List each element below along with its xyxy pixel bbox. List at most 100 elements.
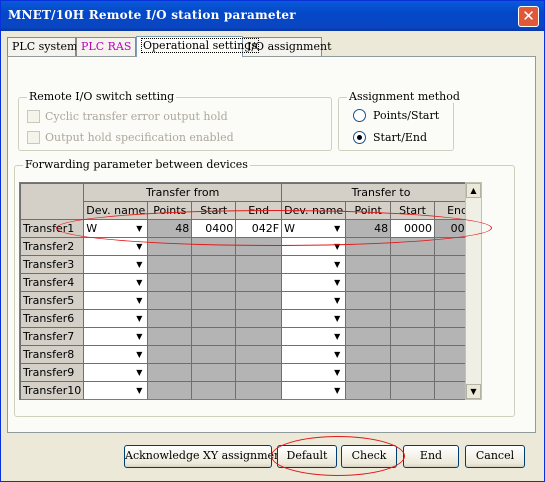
to-start-cell[interactable]	[390, 363, 436, 382]
from-end-cell[interactable]	[235, 273, 283, 292]
chevron-down-icon[interactable]: ▼	[331, 293, 343, 309]
chevron-down-icon[interactable]: ▼	[133, 311, 145, 327]
chevron-down-icon[interactable]: ▼	[133, 239, 145, 255]
to-start-cell[interactable]	[390, 327, 436, 346]
to-start-cell[interactable]	[390, 291, 436, 310]
to-points-cell[interactable]	[345, 291, 392, 310]
to-points-cell[interactable]	[345, 309, 392, 328]
from-start-cell[interactable]	[191, 327, 237, 346]
chevron-down-icon[interactable]: ▼	[133, 293, 145, 309]
from-start-cell[interactable]	[191, 309, 237, 328]
chevron-down-icon[interactable]: ▼	[331, 383, 343, 399]
to-device-dropdown[interactable]: ▼	[281, 381, 347, 399]
from-end-cell[interactable]	[235, 327, 283, 346]
tab-plc-ras[interactable]: PLC RAS	[76, 37, 136, 56]
chevron-down-icon[interactable]: ▼	[133, 275, 145, 291]
from-device-dropdown[interactable]: ▼	[83, 291, 149, 310]
from-start-cell[interactable]	[191, 291, 237, 310]
from-start-cell[interactable]	[191, 345, 237, 364]
to-device-dropdown[interactable]: ▼	[281, 309, 347, 328]
to-points-cell[interactable]	[345, 237, 392, 256]
to-device-dropdown[interactable]: ▼	[281, 273, 347, 292]
from-end-cell[interactable]: 042F	[235, 219, 283, 238]
grid-vertical-scrollbar[interactable]: ▲ ▼	[465, 182, 482, 400]
chevron-down-icon[interactable]: ▼	[331, 329, 343, 345]
from-points-cell[interactable]	[147, 237, 193, 256]
from-end-cell[interactable]	[235, 363, 283, 382]
chevron-down-icon[interactable]: ▼	[331, 311, 343, 327]
from-points-cell[interactable]	[147, 381, 193, 399]
chevron-down-icon[interactable]: ▼	[331, 221, 343, 237]
tab-operational-settings[interactable]: Operational settings	[136, 36, 259, 57]
chevron-down-icon[interactable]: ▼	[133, 383, 145, 399]
to-points-cell[interactable]	[345, 273, 392, 292]
end-button[interactable]: End	[403, 445, 459, 468]
from-points-cell[interactable]: 48	[147, 219, 193, 238]
from-points-cell[interactable]	[147, 291, 193, 310]
to-start-cell[interactable]	[390, 381, 436, 399]
chevron-down-icon[interactable]: ▼	[133, 221, 145, 237]
from-device-dropdown[interactable]: ▼	[83, 381, 149, 399]
from-end-cell[interactable]	[235, 237, 283, 256]
to-start-cell[interactable]	[390, 273, 436, 292]
to-device-dropdown[interactable]: W ▼	[281, 219, 347, 238]
from-points-cell[interactable]	[147, 273, 193, 292]
chevron-down-icon[interactable]: ▼	[133, 329, 145, 345]
to-start-cell[interactable]	[390, 309, 436, 328]
cancel-button[interactable]: Cancel	[465, 445, 525, 468]
to-points-cell[interactable]	[345, 327, 392, 346]
from-end-cell[interactable]	[235, 345, 283, 364]
to-points-cell[interactable]: 48	[345, 219, 392, 238]
to-points-cell[interactable]	[345, 255, 392, 274]
from-points-cell[interactable]	[147, 363, 193, 382]
to-device-dropdown[interactable]: ▼	[281, 237, 347, 256]
chevron-down-icon[interactable]: ▼	[331, 365, 343, 381]
acknowledge-xy-button[interactable]: Acknowledge XY assignment	[124, 445, 286, 468]
title-bar[interactable]: MNET/10H Remote I/O station parameter ✕	[1, 1, 544, 31]
from-end-cell[interactable]	[235, 381, 283, 399]
scroll-up-button[interactable]: ▲	[466, 183, 481, 198]
from-device-dropdown[interactable]: ▼	[83, 363, 149, 382]
from-points-cell[interactable]	[147, 345, 193, 364]
from-device-dropdown[interactable]: ▼	[83, 309, 149, 328]
to-device-dropdown[interactable]: ▼	[281, 363, 347, 382]
to-device-dropdown[interactable]: ▼	[281, 327, 347, 346]
from-start-cell[interactable]	[191, 363, 237, 382]
chevron-down-icon[interactable]: ▼	[133, 257, 145, 273]
chevron-down-icon[interactable]: ▼	[331, 275, 343, 291]
from-device-dropdown[interactable]: ▼	[83, 345, 149, 364]
to-start-cell[interactable]	[390, 255, 436, 274]
from-device-dropdown[interactable]: W ▼	[83, 219, 149, 238]
to-device-dropdown[interactable]: ▼	[281, 345, 347, 364]
from-end-cell[interactable]	[235, 309, 283, 328]
from-device-dropdown[interactable]: ▼	[83, 273, 149, 292]
from-start-cell[interactable]	[191, 237, 237, 256]
from-end-cell[interactable]	[235, 255, 283, 274]
from-end-cell[interactable]	[235, 291, 283, 310]
default-button[interactable]: Default	[277, 445, 337, 468]
from-points-cell[interactable]	[147, 255, 193, 274]
from-points-cell[interactable]	[147, 309, 193, 328]
chevron-down-icon[interactable]: ▼	[331, 347, 343, 363]
to-device-dropdown[interactable]: ▼	[281, 255, 347, 274]
from-device-dropdown[interactable]: ▼	[83, 237, 149, 256]
from-start-cell[interactable]	[191, 255, 237, 274]
from-device-dropdown[interactable]: ▼	[83, 255, 149, 274]
to-device-dropdown[interactable]: ▼	[281, 291, 347, 310]
scroll-down-button[interactable]: ▼	[466, 384, 481, 399]
check-button[interactable]: Check	[341, 445, 397, 468]
from-start-cell[interactable]	[191, 381, 237, 399]
to-points-cell[interactable]	[345, 345, 392, 364]
to-points-cell[interactable]	[345, 363, 392, 382]
chevron-down-icon[interactable]: ▼	[133, 365, 145, 381]
to-start-cell[interactable]	[390, 237, 436, 256]
to-start-cell[interactable]: 0000	[390, 219, 436, 238]
from-start-cell[interactable]	[191, 273, 237, 292]
to-start-cell[interactable]	[390, 345, 436, 364]
close-button[interactable]: ✕	[518, 6, 539, 27]
tab-plc-system[interactable]: PLC system	[7, 37, 77, 56]
from-device-dropdown[interactable]: ▼	[83, 327, 149, 346]
from-start-cell[interactable]: 0400	[191, 219, 237, 238]
chevron-down-icon[interactable]: ▼	[331, 257, 343, 273]
to-points-cell[interactable]	[345, 381, 392, 399]
